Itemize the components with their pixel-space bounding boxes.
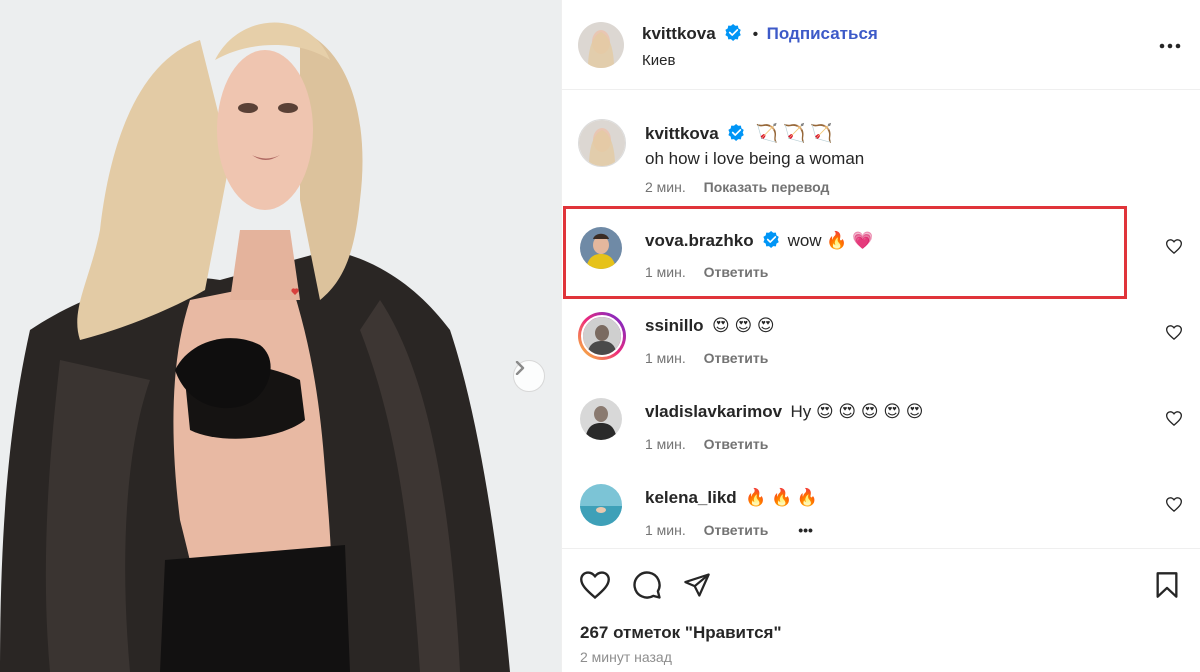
- comment-time[interactable]: 1 мин.: [645, 522, 686, 538]
- caption-username[interactable]: kvittkova: [645, 124, 719, 143]
- like-comment-heart-icon[interactable]: [1166, 325, 1182, 340]
- like-comment-heart-icon[interactable]: [1166, 411, 1182, 426]
- caption-avatar-image: [579, 120, 625, 166]
- caption-emoji: 🏹 🏹 🏹: [755, 123, 833, 143]
- share-paper-plane-icon[interactable]: [682, 571, 712, 599]
- next-photo-button[interactable]: [513, 360, 545, 392]
- reply-button[interactable]: Ответить: [704, 436, 769, 452]
- author-avatar[interactable]: [578, 22, 624, 68]
- likes-count[interactable]: 267 отметок "Нравится": [580, 623, 782, 643]
- highlight-box: [563, 206, 1127, 299]
- chevron-right-icon: [515, 361, 525, 375]
- post-header: kvittkova • Подписаться Киев: [562, 0, 1200, 90]
- comment-avatar-image: [580, 398, 622, 440]
- caption-avatar[interactable]: [578, 119, 626, 167]
- comment-username[interactable]: ssinillo: [645, 316, 704, 335]
- like-heart-icon[interactable]: [580, 571, 610, 599]
- reply-button[interactable]: Ответить: [704, 522, 769, 538]
- comment-username[interactable]: kelena_likd: [645, 488, 737, 507]
- reply-button[interactable]: Ответить: [704, 350, 769, 366]
- caption: kvittkova 🏹 🏹 🏹 oh how i love being a wo…: [562, 115, 1200, 205]
- comment-item: kelena_likd 🔥 🔥 🔥 1 мин. Ответить •••: [562, 474, 1200, 548]
- comment-bubble-icon[interactable]: [632, 570, 662, 600]
- comment-item: vladislavkarimov Ну 😍 😍 😍 😍 😍 1 мин. Отв…: [562, 388, 1200, 474]
- like-comment-heart-icon[interactable]: [1166, 239, 1182, 254]
- comment-avatar[interactable]: [578, 312, 626, 360]
- comment-text: Ну 😍 😍 😍 😍 😍: [790, 402, 924, 421]
- comment-time[interactable]: 1 мин.: [645, 436, 686, 452]
- more-options-button[interactable]: [1158, 36, 1182, 56]
- comment-username[interactable]: vladislavkarimov: [645, 402, 782, 421]
- comment-avatar-image: [580, 484, 622, 526]
- author-avatar-image: [578, 22, 624, 68]
- post-photo: [0, 0, 561, 672]
- comment-text: 🔥 🔥 🔥: [745, 488, 819, 507]
- show-translation-button[interactable]: Показать перевод: [704, 179, 830, 195]
- post-time[interactable]: 2 минут назад: [580, 649, 672, 665]
- caption-time[interactable]: 2 мин.: [645, 179, 686, 195]
- follow-button[interactable]: Подписаться: [767, 24, 878, 43]
- verified-badge-icon: [725, 24, 741, 41]
- post-location[interactable]: Киев: [642, 52, 675, 69]
- author-username[interactable]: kvittkova: [642, 24, 716, 43]
- save-bookmark-icon[interactable]: [1154, 571, 1180, 599]
- caption-text: oh how i love being a woman: [645, 149, 865, 168]
- woman-in-leather-jacket-image: [0, 0, 561, 672]
- comment-text: 😍 😍 😍: [712, 316, 775, 335]
- comment-time[interactable]: 1 мин.: [645, 350, 686, 366]
- comment-avatar[interactable]: [580, 484, 622, 526]
- like-comment-heart-icon[interactable]: [1166, 497, 1182, 512]
- post-actions: 267 отметок "Нравится" 2 минут назад: [562, 548, 1200, 672]
- comment-item: ssinillo 😍 😍 😍 1 мин. Ответить: [562, 302, 1200, 388]
- more-horizontal-icon: [1159, 43, 1181, 49]
- verified-badge-icon: [728, 124, 744, 141]
- comment-avatar[interactable]: [580, 398, 622, 440]
- comment-more-button[interactable]: •••: [798, 522, 813, 538]
- comment-avatar-image: [583, 317, 621, 355]
